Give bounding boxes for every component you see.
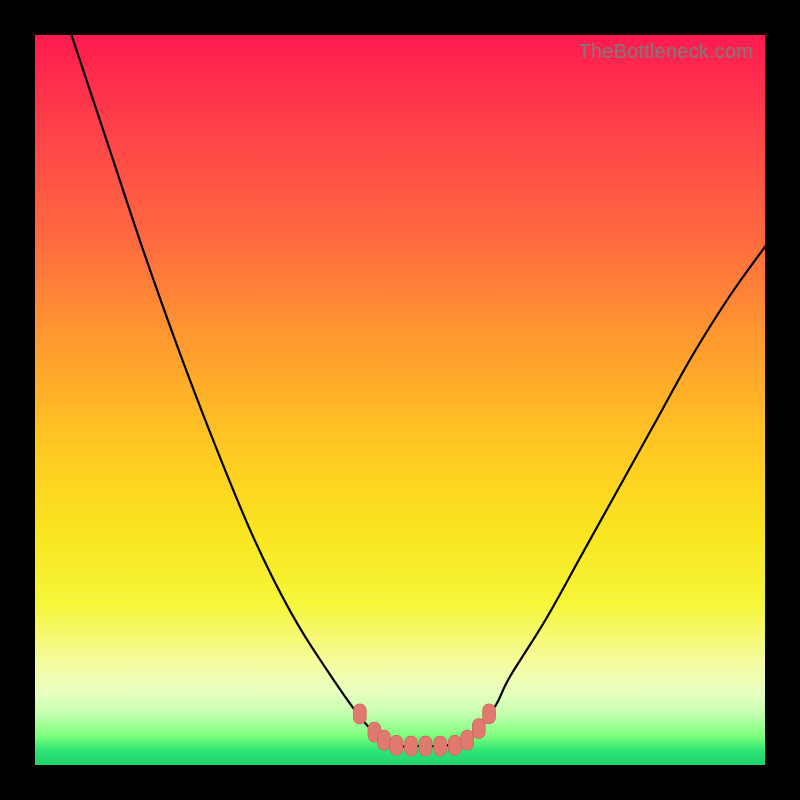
marker-group	[353, 704, 495, 756]
plot-area: TheBottleneck.com	[35, 35, 765, 765]
curve-marker	[390, 735, 403, 755]
curve-marker	[472, 719, 485, 739]
curve-marker	[353, 704, 366, 724]
bottleneck-curve	[35, 35, 765, 747]
bottleneck-curve-svg	[35, 35, 765, 765]
chart-frame: TheBottleneck.com	[0, 0, 800, 800]
curve-marker	[404, 736, 417, 756]
curve-marker	[377, 730, 390, 750]
curve-marker	[483, 704, 496, 724]
curve-marker	[419, 736, 432, 756]
curve-marker	[434, 736, 447, 756]
curve-marker	[448, 735, 461, 755]
curve-marker	[461, 730, 474, 750]
